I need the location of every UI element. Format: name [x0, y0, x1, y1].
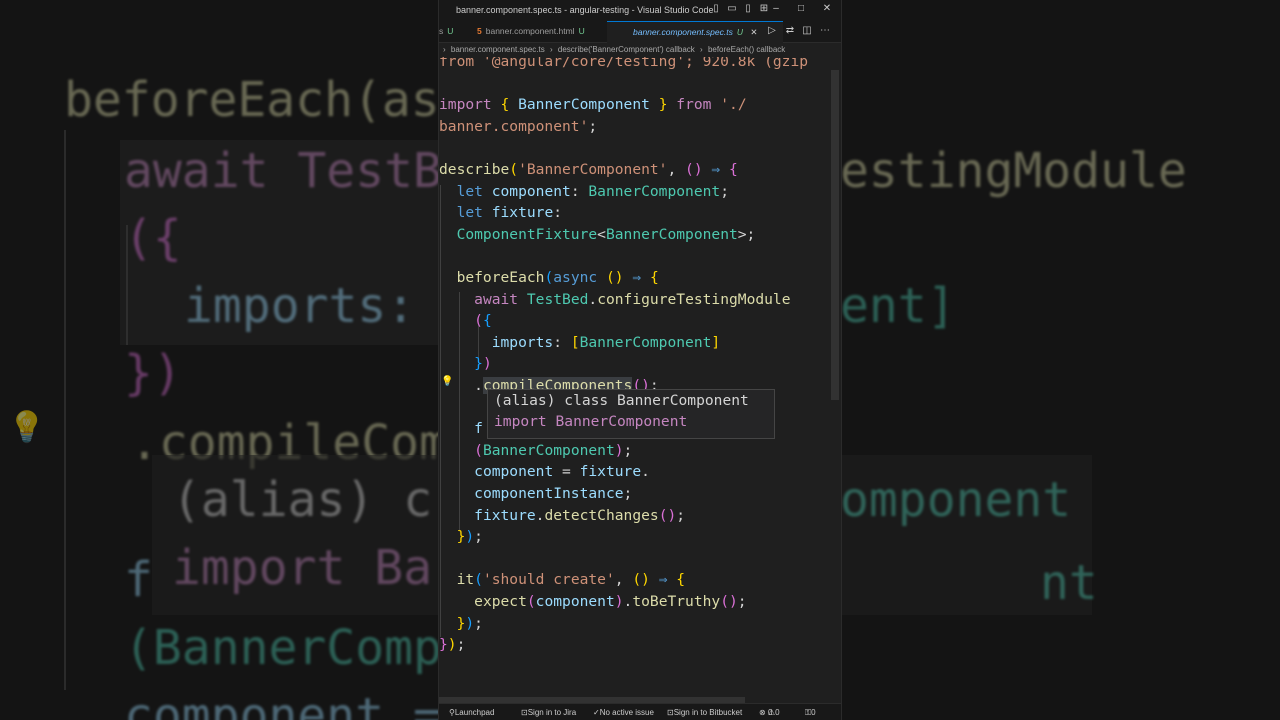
code-line: let component: BannerComponent; [456, 183, 729, 200]
status-bar: ⚲ Launchpad ⊡ Sign in to Jira ✓ No activ… [439, 703, 841, 720]
tab-label: s [439, 26, 444, 36]
more-actions-icon[interactable]: ⋯ [819, 25, 831, 37]
hover-line: (alias) class BannerComponent [488, 390, 774, 411]
title-bar: banner.component.spec.ts - angular-testi… [439, 0, 841, 21]
tab-partial[interactable]: sU [439, 21, 453, 42]
tab-label: banner.component.spec.ts [633, 27, 733, 37]
code-line: (BannerComponent); [474, 442, 633, 459]
code-line: imports: [BannerComponent] [491, 334, 721, 351]
bg-text: }) [124, 345, 182, 401]
hover-tooltip: (alias) class BannerComponent import Ban… [487, 389, 775, 439]
code-line: describe('BannerComponent', () ⇒ { [439, 161, 738, 178]
minimize-icon[interactable]: – [770, 3, 782, 15]
customize-layout-icon[interactable]: ⊞ [758, 3, 770, 15]
code-line: }) [474, 355, 492, 372]
close-icon[interactable]: ✕ [821, 3, 833, 15]
breadcrumb-file[interactable]: banner.component.spec.ts [451, 45, 545, 54]
jira-item[interactable]: ⊡ Sign in to Jira [521, 704, 576, 720]
breadcrumb-before-each[interactable]: beforeEach() callback [708, 45, 785, 54]
vertical-scrollbar[interactable] [831, 70, 839, 400]
issue-item[interactable]: ✓ No active issue [593, 704, 654, 720]
bg-text: ent] [840, 278, 956, 334]
breadcrumb: › banner.component.spec.ts › describe('B… [439, 43, 841, 57]
bg-text: omponent [840, 472, 1072, 528]
jira-label: Sign in to Jira [527, 708, 577, 717]
ports-count: 0 [811, 708, 816, 717]
warning-count: 0 [775, 708, 780, 717]
chevron-right-icon: › [549, 45, 553, 54]
bg-text: (alias) c [172, 472, 433, 528]
bg-lightbulb-icon: 💡 [8, 411, 46, 444]
tab-label: banner.component.html [485, 26, 575, 36]
bg-text: (BannerComp [124, 620, 442, 676]
split-editor-icon[interactable]: ◫ [801, 25, 813, 37]
editor-tabs: sU 5 banner.component.html U banner.compon… [439, 21, 841, 43]
code-line: componentInstance; [474, 485, 633, 502]
vscode-window: banner.component.spec.ts - angular-testi… [438, 0, 842, 720]
hover-line: import BannerComponent [488, 411, 774, 432]
bg-text: f [124, 552, 153, 608]
code-line: beforeEach(async () ⇒ { [456, 269, 659, 286]
tab-status: U [447, 26, 454, 36]
bg-text: import Ba [172, 540, 433, 596]
hover-signature: (alias) class BannerComponent [494, 392, 749, 409]
code-line: let fixture: [456, 204, 563, 221]
code-line: }); [456, 615, 483, 632]
html-file-icon: 5 [477, 26, 482, 36]
maximize-icon[interactable]: □ [795, 3, 807, 15]
toggle-panel-icon[interactable]: ▭ [726, 3, 738, 15]
bg-text: ({ [124, 210, 182, 266]
error-count: 0 [767, 708, 773, 717]
problems-item[interactable]: ⊗ 0 ⚠ 0 [759, 704, 780, 720]
tab-banner-html[interactable]: 5 banner.component.html U [477, 21, 585, 42]
launchpad-label: Launchpad [454, 708, 495, 717]
code-line: import { BannerComponent } from './ [439, 96, 747, 113]
tab-status: U [736, 27, 743, 37]
code-line: await TestBed.configureTestingModule [474, 291, 791, 308]
launchpad-item[interactable]: ⚲ Launchpad [449, 704, 494, 720]
chevron-right-icon: › [700, 45, 703, 54]
code-line: expect(component).toBeTruthy(); [474, 593, 747, 610]
code-line: component = fixture. [474, 463, 650, 480]
bg-text: estingModule [840, 143, 1187, 199]
bg-text: component = [124, 688, 442, 720]
breadcrumb-describe[interactable]: describe('BannerComponent') callback [558, 45, 695, 54]
bg-text: beforeEach(as [64, 72, 440, 128]
window-title: banner.component.spec.ts - angular-testi… [456, 5, 714, 15]
bg-text: nt [1040, 555, 1098, 611]
code-line: ComponentFixture<BannerComponent>; [456, 226, 756, 243]
hover-import: import BannerComponent [494, 413, 688, 430]
bg-text: imports: [ [184, 278, 473, 334]
ts-file-icon: › [443, 45, 446, 54]
bg-indent-guide [64, 130, 66, 690]
ports-item[interactable]: ⚿ 0 [805, 704, 816, 720]
code-line: }); [439, 636, 466, 653]
bitbucket-label: Sign in to Bitbucket [673, 708, 743, 717]
toggle-secondary-sidebar-icon[interactable]: ▯ [742, 3, 754, 15]
tab-status: U [578, 26, 585, 36]
code-line: }); [456, 528, 483, 545]
bitbucket-item[interactable]: ⊡ Sign in to Bitbucket [667, 704, 742, 720]
code-editor[interactable]: from '@angular/core/testing'; 920.8k (gz… [439, 57, 841, 693]
compare-changes-icon[interactable]: ⇄ [784, 25, 796, 37]
tab-banner-spec[interactable]: banner.component.spec.ts U ✕ [607, 21, 783, 43]
code-line: ({ [474, 312, 492, 329]
lightbulb-icon[interactable]: 💡 [441, 376, 453, 387]
toggle-primary-sidebar-icon[interactable]: ▯ [710, 3, 722, 15]
code-line-partial: from '@angular/core/testing'; 920.8k (gz… [439, 57, 809, 70]
bg-text: await TestB [124, 143, 442, 199]
run-icon[interactable]: ▷ [766, 25, 778, 37]
issue-label: No active issue [599, 708, 654, 717]
code-line: fixture.detectChanges(); [474, 507, 686, 524]
code-line: banner.component'; [439, 118, 598, 135]
tab-close-icon[interactable]: ✕ [750, 27, 757, 37]
code-line: it('should create', () ⇒ { [456, 571, 686, 588]
